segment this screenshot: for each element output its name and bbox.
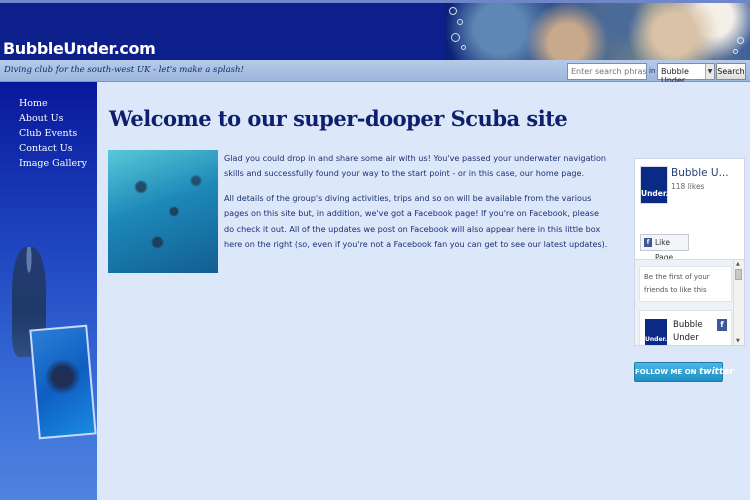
search-scope-select[interactable]: Bubble Under ▼ [657,63,715,85]
scroll-up-icon[interactable]: ▲ [736,261,740,267]
bubble-decoration [737,37,744,44]
scroll-down-icon[interactable]: ▼ [736,338,740,344]
bubble-decoration [449,7,457,15]
site-name-logo[interactable]: BubbleUnder.com [3,39,156,58]
site-tagline: Diving club for the south-west UK - let'… [4,65,244,75]
bubble-decoration [451,33,460,42]
follow-twitter-button[interactable]: FOLLOW ME ON twitter [634,362,734,382]
facebook-page-name[interactable]: Bubble U... [671,167,729,179]
intro-paragraph: Glad you could drop in and share some ai… [224,153,607,179]
bubble-decoration [733,49,738,54]
site-header: BubbleUnder.com [0,0,750,60]
facebook-icon: f [644,238,652,247]
tagline-bar: Diving club for the south-west UK - let'… [0,60,750,85]
facebook-post-avatar-text: Under. [645,336,667,343]
nav-item-about-us[interactable]: About Us [19,111,87,126]
facebook-page-avatar-text: Under. [641,189,669,198]
main-navigation: Home About Us Club Events Contact Us Ima… [19,96,87,171]
nav-item-contact-us[interactable]: Contact Us [19,141,87,156]
facebook-feed: Be the first of your friends to like thi… [635,259,744,345]
sidebar: Home About Us Club Events Contact Us Ima… [0,82,97,500]
nav-item-club-events[interactable]: Club Events [19,126,87,141]
bubble-decoration [461,45,466,50]
search-button[interactable]: Search [716,63,746,80]
page-title: Welcome to our super-dooper Scuba site [109,106,568,131]
nav-item-home[interactable]: Home [19,96,87,111]
search-in-label: in [649,67,656,75]
facebook-post-avatar[interactable]: Under. [645,319,667,345]
facebook-like-count: 118 likes [671,182,705,191]
nav-item-image-gallery[interactable]: Image Gallery [19,156,87,171]
facebook-post: Under. Bubble Under f [639,310,732,345]
twitter-follow-label: FOLLOW ME ON [635,368,697,376]
facebook-like-box: Under. Bubble U... 118 likes f Like Page… [634,158,745,346]
scrollbar-thumb[interactable] [735,269,742,280]
facebook-first-friends-text: Be the first of your friends to like thi… [639,266,732,302]
diver-mask-photo [29,324,97,440]
search-input[interactable] [567,63,647,80]
twitter-logo-text: twitter [698,367,734,377]
header-coral-reef-image [445,3,750,60]
facebook-info-paragraph: All details of the group's diving activi… [224,193,608,249]
facebook-feed-scrollbar[interactable]: ▲ ▼ [733,260,743,345]
facebook-icon: f [717,319,727,331]
facebook-post-author[interactable]: Bubble Under [673,319,713,345]
facebook-like-page-button[interactable]: f Like Page [640,234,689,262]
bubble-decoration [457,19,463,25]
main-content: Welcome to our super-dooper Scuba site G… [97,82,750,500]
divers-group-photo [108,150,218,273]
facebook-page-avatar[interactable]: Under. [640,166,668,204]
chevron-down-icon[interactable]: ▼ [705,64,714,79]
